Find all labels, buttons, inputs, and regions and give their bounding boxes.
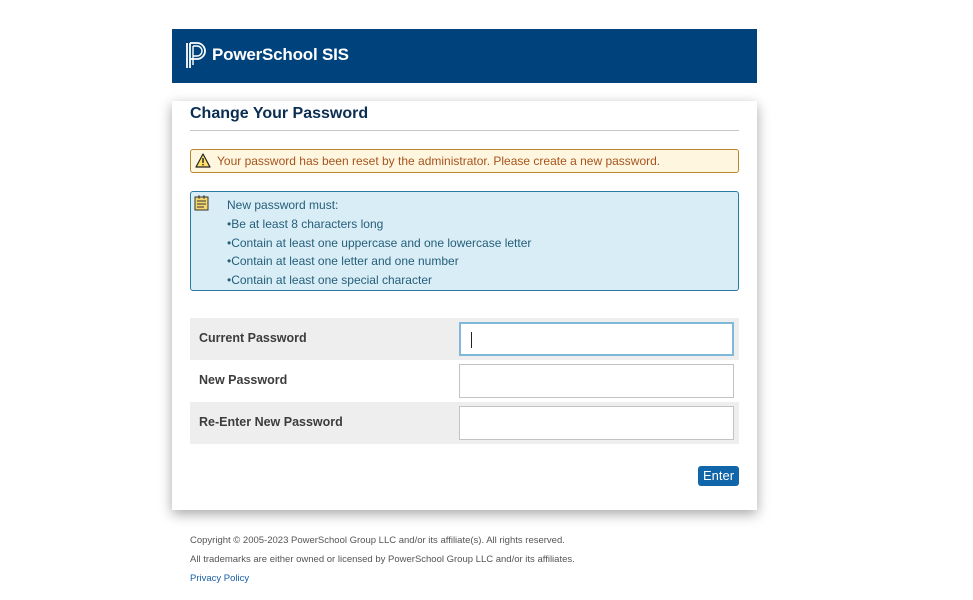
current-password-label: Current Password (199, 331, 307, 345)
enter-button[interactable]: Enter (698, 466, 739, 486)
current-password-row: Current Password (190, 318, 739, 360)
current-password-input[interactable] (459, 322, 734, 356)
requirements-list: New password must: •Be at least 8 charac… (227, 196, 531, 290)
powerschool-logo-icon (186, 42, 206, 68)
privacy-policy-link[interactable]: Privacy Policy (190, 573, 249, 584)
requirement-item: •Be at least 8 characters long (227, 216, 384, 231)
title-divider (190, 130, 739, 131)
new-password-input[interactable] (459, 364, 734, 398)
change-password-panel: Change Your Password Your password has b… (172, 101, 757, 510)
password-form: Current Password New Password Re-Enter N… (190, 318, 739, 444)
requirement-item: •Contain at least one special character (227, 273, 432, 288)
password-requirements: New password must: •Be at least 8 charac… (190, 191, 739, 291)
new-password-label: New Password (199, 373, 288, 387)
warning-text: Your password has been reset by the admi… (217, 154, 661, 168)
trademarks-text: All trademarks are either owned or licen… (190, 554, 575, 565)
requirement-item: •Contain at least one uppercase and one … (227, 235, 532, 250)
page-footer: Copyright © 2005-2023 PowerSchool Group … (190, 531, 575, 588)
new-password-row: New Password (190, 360, 739, 402)
reenter-password-input[interactable] (459, 406, 734, 440)
copyright-text: Copyright © 2005-2023 PowerSchool Group … (190, 535, 565, 546)
warning-triangle-icon (195, 153, 211, 168)
page-title: Change Your Password (190, 105, 369, 122)
notepad-icon (194, 195, 209, 211)
requirements-heading: New password must: (227, 198, 339, 212)
requirement-item: •Contain at least one letter and one num… (227, 254, 459, 269)
reenter-password-row: Re-Enter New Password (190, 402, 739, 444)
brand-title: PowerSchool SIS (212, 45, 349, 64)
text-caret (471, 332, 472, 348)
reenter-password-label: Re-Enter New Password (199, 415, 343, 429)
app-header: PowerSchool SIS (172, 29, 757, 83)
warning-alert: Your password has been reset by the admi… (190, 149, 739, 173)
